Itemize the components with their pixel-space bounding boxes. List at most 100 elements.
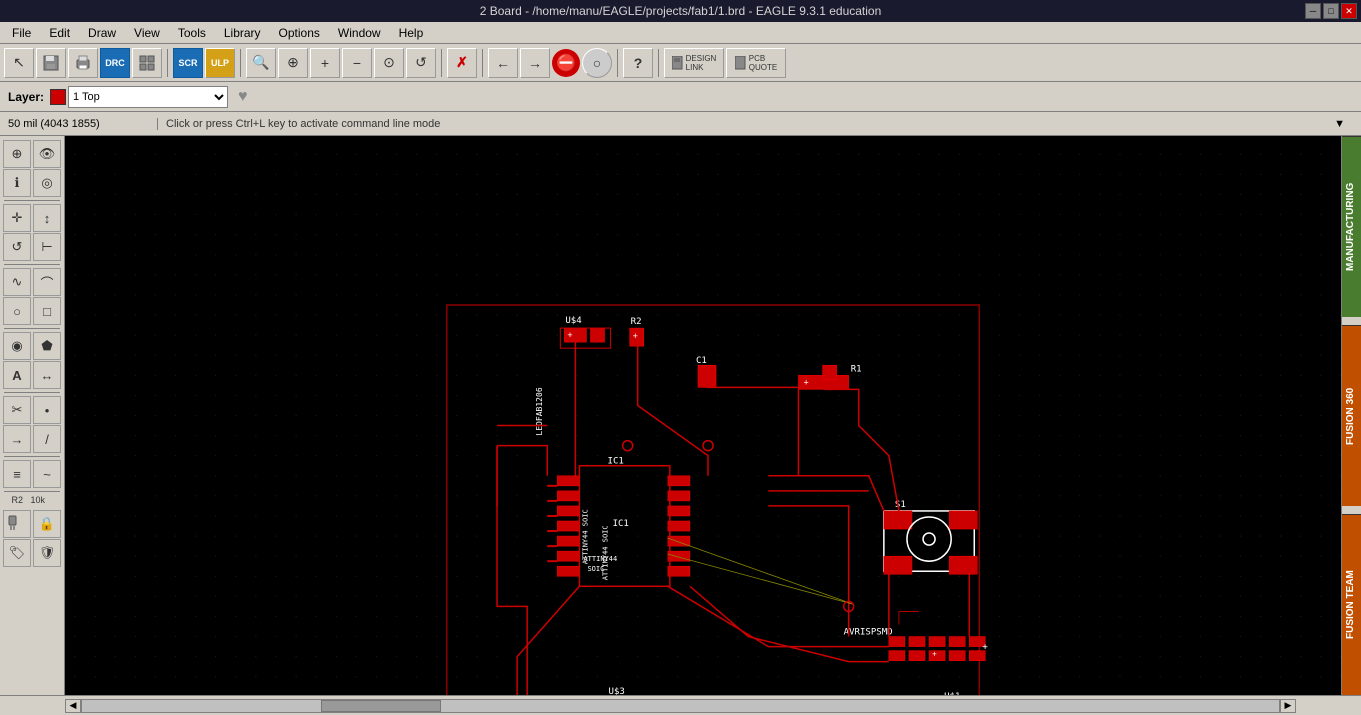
miter-button[interactable]: / [33, 425, 61, 453]
left-toolbar: ⊕ 👁 ℹ ◎ ✛ ↕ ↺ ⊢ ∿ ⌒ ○ □ ◉ ⬟ A [0, 136, 65, 695]
info-button[interactable]: ℹ [3, 169, 31, 197]
grid-button[interactable]: ⊕ [3, 140, 31, 168]
svg-text:U$3: U$3 [609, 687, 625, 695]
dimension-button[interactable]: ↔ [33, 361, 61, 389]
fusion360-tab[interactable]: FUSION 360 [1342, 325, 1361, 506]
menu-draw[interactable]: Draw [80, 24, 124, 42]
menu-window[interactable]: Window [330, 24, 389, 42]
lt-sep-2 [4, 264, 60, 265]
select-button[interactable]: ↖ [4, 48, 34, 78]
menu-library[interactable]: Library [216, 24, 269, 42]
tag-button[interactable]: 🏷 [3, 539, 31, 567]
canvas-area[interactable]: IC1 ATTINY44 SOIC ATTINY44 SOIC U$4 + LE… [65, 136, 1341, 695]
bottom-bar: ◀ ▶ [0, 695, 1361, 715]
zoom-out-button[interactable]: − [342, 48, 372, 78]
text-button[interactable]: A [3, 361, 31, 389]
svg-text:+: + [567, 330, 572, 340]
lt-sep-3 [4, 328, 60, 329]
us1-component: U$1 1 [889, 692, 982, 695]
status-bar: 50 mil (4043 1855) Click or press Ctrl+L… [0, 112, 1361, 136]
zoom-in-glass-button[interactable]: 🔍 [246, 48, 276, 78]
horizontal-scrollbar[interactable] [81, 699, 1280, 713]
arc-button[interactable]: ⌒ [33, 268, 61, 296]
layer-select-dropdown[interactable]: 1 Top 2 Route2 16 Bottom 17 Pads 18 Vias… [68, 86, 228, 108]
split-button[interactable]: ⊢ [33, 233, 61, 261]
us3-component: U$3 + [559, 687, 662, 695]
design-link-button[interactable]: DESIGNLINK [664, 48, 724, 78]
scr-button[interactable]: SCR [173, 48, 203, 78]
autoroute-button[interactable]: • [33, 396, 61, 424]
menu-help[interactable]: Help [391, 24, 432, 42]
resume-button[interactable]: ○ [582, 48, 612, 78]
toolbar-sep-1 [167, 49, 168, 77]
drc-button[interactable]: DRC [100, 48, 130, 78]
scroll-left-button[interactable]: ◀ [65, 699, 81, 713]
lt-sep-6 [4, 491, 60, 492]
wire-button[interactable]: ∿ [3, 268, 31, 296]
status-right: ▼ [1326, 118, 1353, 130]
mirror-button[interactable]: ↕ [33, 204, 61, 232]
route-button[interactable]: ✂ [3, 396, 31, 424]
rect-button[interactable]: □ [33, 297, 61, 325]
pcb-quote-button[interactable]: PCBQUOTE [726, 48, 786, 78]
layer-color-indicator [50, 89, 66, 105]
layer-visibility-button[interactable]: 👁 [33, 140, 61, 168]
menu-view[interactable]: View [126, 24, 168, 42]
ratsnest-eye-button[interactable]: ◎ [33, 169, 61, 197]
maximize-button[interactable]: □ [1323, 3, 1339, 19]
svg-text:IC1: IC1 [608, 457, 624, 467]
help-button[interactable]: ? [623, 48, 653, 78]
app-title: 2 Board - /home/manu/EAGLE/projects/fab1… [480, 4, 882, 18]
resistor-value: 10k [25, 495, 45, 505]
shield-button[interactable]: 🛡 [33, 539, 61, 567]
pcb-quote-label: PCBQUOTE [749, 54, 777, 72]
via-button[interactable]: ◉ [3, 332, 31, 360]
zoom-center-button[interactable]: ⊙ [374, 48, 404, 78]
zoom-in-button[interactable]: + [310, 48, 340, 78]
menu-file[interactable]: File [4, 24, 39, 42]
align-button[interactable]: ≡ [3, 460, 31, 488]
fusion-team-tab[interactable]: FUSION TEAM [1342, 514, 1361, 695]
rotate-button[interactable]: ↺ [3, 233, 31, 261]
menu-options[interactable]: Options [271, 24, 328, 42]
redo-button[interactable]: → [520, 48, 550, 78]
toolbar-sep-4 [482, 49, 483, 77]
move-button[interactable]: ✛ [3, 204, 31, 232]
svg-text:+: + [982, 643, 988, 653]
layer-label: Layer: [8, 90, 44, 104]
polygon-button[interactable]: ⬟ [33, 332, 61, 360]
toolbar-sep-5 [617, 49, 618, 77]
ripup-button[interactable]: ✗ [447, 48, 477, 78]
menu-tools[interactable]: Tools [170, 24, 214, 42]
ratsnest-button[interactable] [132, 48, 162, 78]
save-button[interactable] [36, 48, 66, 78]
close-button[interactable]: ✕ [1341, 3, 1357, 19]
fanout-button[interactable]: → [3, 425, 31, 453]
lock-button[interactable]: 🔒 [33, 510, 61, 538]
undo-button[interactable]: ← [488, 48, 518, 78]
menu-bar: File Edit Draw View Tools Library Option… [0, 22, 1361, 44]
menu-edit[interactable]: Edit [41, 24, 78, 42]
minimize-button[interactable]: ─ [1305, 3, 1321, 19]
favorite-icon[interactable]: ♥ [238, 88, 248, 106]
zoom-fit-button[interactable]: ⊕ [278, 48, 308, 78]
design-link-label: DESIGNLINK [686, 54, 717, 72]
print-button[interactable] [68, 48, 98, 78]
redraw-button[interactable]: ↺ [406, 48, 436, 78]
toolbar-sep-3 [441, 49, 442, 77]
add-part-button[interactable] [3, 510, 31, 538]
stop-button[interactable]: ⛔ [552, 49, 580, 77]
svg-text:U$1: U$1 [944, 692, 960, 695]
scroll-right-button[interactable]: ▶ [1280, 699, 1296, 713]
toolbar-sep-2 [240, 49, 241, 77]
circle-button[interactable]: ○ [3, 297, 31, 325]
toolbar-sep-6 [658, 49, 659, 77]
svg-text:AVRISPSMD: AVRISPSMD [844, 628, 893, 638]
coordinate-display: 50 mil (4043 1855) [8, 118, 158, 130]
main-toolbar: ↖ DRC SCR ULP 🔍 ⊕ + − ⊙ ↺ ✗ ← → ⛔ ○ ? DE… [0, 44, 1361, 82]
lt-sep-5 [4, 456, 60, 457]
pcb-canvas[interactable]: IC1 ATTINY44 SOIC ATTINY44 SOIC U$4 + LE… [65, 136, 1341, 695]
manufacturing-tab[interactable]: MANUFACTURING [1342, 136, 1361, 317]
meander-button[interactable]: ~ [33, 460, 61, 488]
ulp-button[interactable]: ULP [205, 48, 235, 78]
